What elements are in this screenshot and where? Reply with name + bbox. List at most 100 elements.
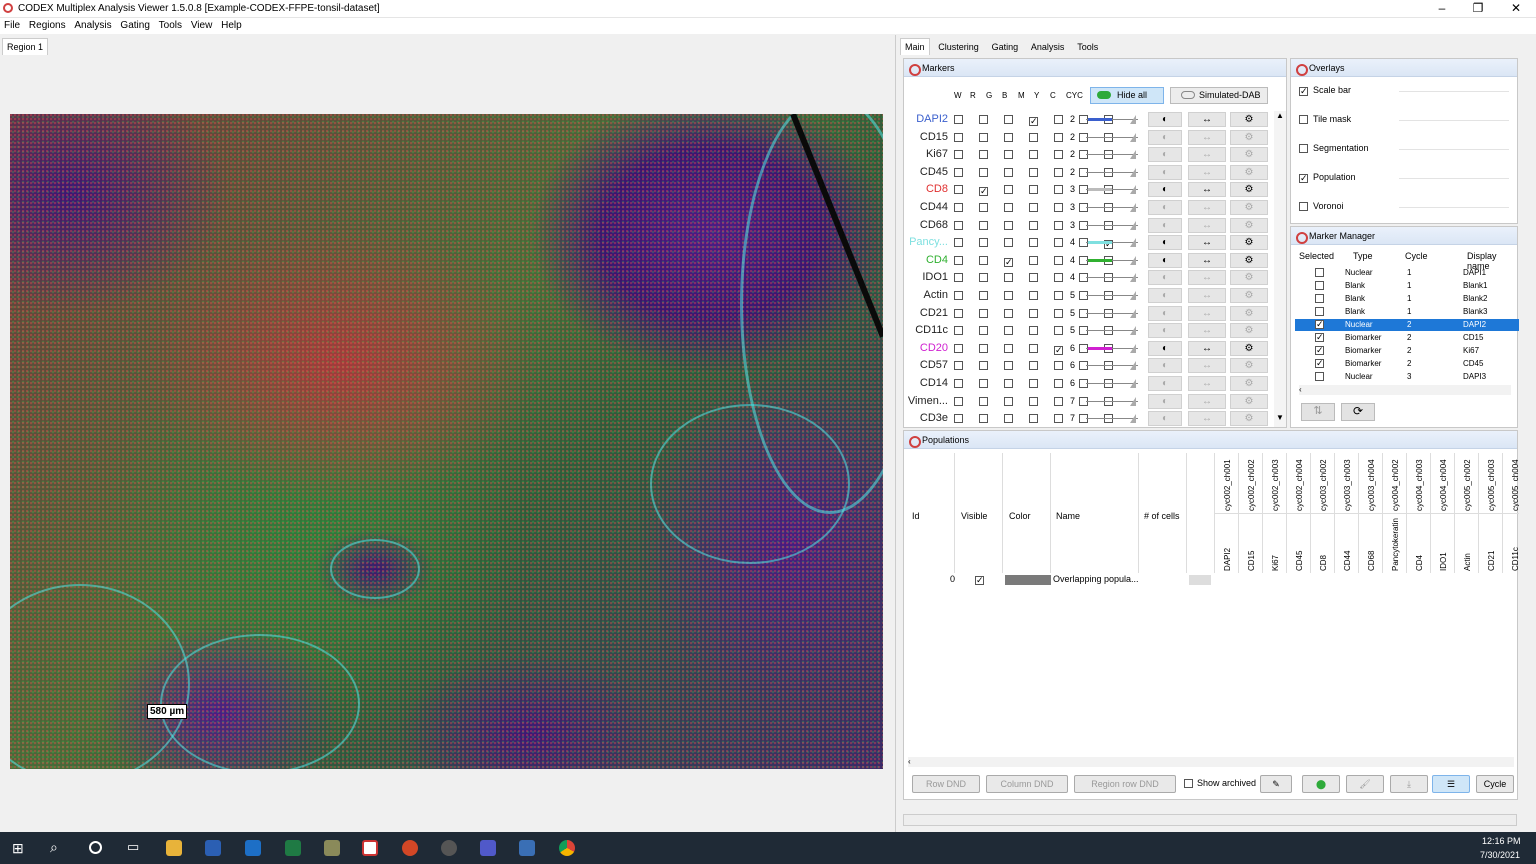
channel-checkbox[interactable] [1029,132,1038,142]
marker-name[interactable]: CD57 [904,359,948,371]
intensity-slider[interactable] [1086,308,1142,319]
mm-row[interactable]: Nuclear 1 DAPI1 [1295,267,1519,279]
task-view-icon[interactable]: ▭ [127,839,139,855]
intensity-slider[interactable] [1086,115,1142,125]
range-icon[interactable]: ↔ [1188,200,1226,215]
settings-gear-icon[interactable]: ⚙ [1230,147,1268,163]
tab-tools[interactable]: Tools [1073,39,1102,55]
range-icon[interactable]: ↔ [1188,340,1226,356]
channel-checkbox[interactable] [954,361,963,371]
menu-gating[interactable]: Gating [120,18,149,34]
channel-checkbox[interactable] [1004,185,1013,195]
channel-checkbox[interactable] [979,414,988,424]
channel-checkbox[interactable] [979,361,988,371]
mm-row[interactable]: Blank 1 Blank3 [1295,306,1519,318]
right-vscroll[interactable] [1519,58,1531,814]
contrast-icon[interactable]: ◐ [1148,112,1182,127]
overlay-item[interactable]: Voronoi [1299,201,1509,215]
cortana-icon[interactable] [89,841,102,854]
channel-checkbox[interactable] [1004,203,1013,212]
settings-gear-icon[interactable]: ⚙ [1230,340,1268,356]
excel-icon[interactable] [285,840,301,856]
range-icon[interactable]: ↔ [1188,270,1226,286]
channel-checkbox[interactable] [1004,167,1013,177]
contrast-icon[interactable]: ◐ [1148,252,1182,268]
channel-checkbox[interactable] [1004,414,1013,424]
range-icon[interactable]: ↔ [1188,393,1226,409]
mm-row[interactable]: ✓ Biomarker 2 Ki67 [1295,345,1519,357]
channel-checkbox[interactable] [954,238,963,248]
channel-checkbox[interactable] [1029,308,1038,318]
channel-checkbox[interactable] [1004,361,1013,371]
tab-gating[interactable]: Gating [988,39,1023,55]
channel-checkbox[interactable] [1004,326,1013,336]
intensity-slider[interactable] [1086,343,1142,354]
channel-checkbox[interactable] [1004,379,1013,388]
channel-checkbox[interactable] [954,343,963,353]
intensity-slider[interactable] [1086,255,1142,266]
channel-checkbox[interactable] [1054,396,1063,406]
intensity-slider[interactable] [1086,396,1142,407]
teams-icon[interactable] [480,840,496,856]
tab-region-1[interactable]: Region 1 [2,38,49,55]
channel-checkbox[interactable] [1054,115,1063,124]
channel-checkbox[interactable] [979,255,988,265]
minimize-button[interactable]: – [1424,0,1460,18]
mm-row[interactable]: ✓ Nuclear 2 DAPI2 [1295,319,1519,331]
contrast-icon[interactable]: ◐ [1148,305,1182,321]
contrast-icon[interactable]: ◐ [1148,164,1182,180]
sort-button[interactable]: ⇅ [1301,403,1335,421]
contrast-icon[interactable]: ◐ [1148,411,1182,427]
channel-checkbox[interactable] [1004,132,1013,142]
hide-all-toggle[interactable]: Hide all [1090,87,1164,104]
marker-name[interactable]: CD3e [904,412,948,424]
mm-select-checkbox[interactable] [1315,294,1324,303]
channel-column[interactable]: cyc003_ch002 CD8 [1310,453,1335,573]
channel-checkbox[interactable] [979,150,988,160]
channel-checkbox[interactable] [1029,150,1038,160]
right-hscroll[interactable] [903,814,1517,826]
channel-checkbox[interactable] [1004,396,1013,406]
markers-scrollbar[interactable]: ▲ ▼ [1274,111,1286,427]
close-button[interactable]: ✕ [1498,0,1534,18]
scroll-up-icon[interactable]: ▲ [1276,111,1284,120]
contrast-icon[interactable]: ◐ [1148,270,1182,286]
channel-checkbox[interactable] [954,132,963,142]
mm-select-checkbox[interactable]: ✓ [1315,320,1324,329]
intensity-slider[interactable] [1086,220,1142,231]
settings-gear-icon[interactable]: ⚙ [1230,288,1268,303]
channel-checkbox[interactable] [954,414,963,424]
intensity-slider[interactable] [1086,379,1142,389]
channel-column[interactable]: cyc002_ch003 Ki67 [1262,453,1287,573]
channel-checkbox[interactable]: ✓ [1029,117,1038,126]
channel-checkbox[interactable] [979,132,988,142]
channel-checkbox[interactable] [1054,291,1063,300]
menu-help[interactable]: Help [221,18,242,34]
contrast-icon[interactable]: ◐ [1148,376,1182,391]
channel-checkbox[interactable]: ✓ [979,187,988,197]
region-row-dnd-button[interactable]: Region row DND [1074,775,1176,793]
channel-checkbox[interactable] [954,308,963,318]
download-icon[interactable]: ⤓ [1390,775,1428,793]
intensity-slider[interactable] [1086,291,1142,301]
channel-checkbox[interactable] [1004,150,1013,160]
marker-name[interactable]: DAPI2 [904,113,948,125]
channel-checkbox[interactable] [1054,238,1063,248]
intensity-slider[interactable] [1086,238,1142,248]
channel-column[interactable]: cyc002_ch004 CD45 [1286,453,1311,573]
contrast-icon[interactable]: ◐ [1148,235,1182,251]
range-icon[interactable]: ↔ [1188,217,1226,233]
remote-desktop-icon[interactable] [519,840,535,856]
column-dnd-button[interactable]: Column DND [986,775,1068,793]
contrast-icon[interactable]: ◐ [1148,393,1182,409]
mm-select-checkbox[interactable] [1315,307,1324,316]
channel-checkbox[interactable] [1054,150,1063,160]
channel-checkbox[interactable] [1029,238,1038,248]
range-icon[interactable]: ↔ [1188,411,1226,427]
settings-gear-icon[interactable]: ⚙ [1230,305,1268,321]
range-icon[interactable]: ↔ [1188,358,1226,374]
marker-name[interactable]: Actin [904,289,948,301]
settings-gear-icon[interactable]: ⚙ [1230,217,1268,233]
menu-tools[interactable]: Tools [159,18,182,34]
channel-checkbox[interactable] [1029,361,1038,371]
